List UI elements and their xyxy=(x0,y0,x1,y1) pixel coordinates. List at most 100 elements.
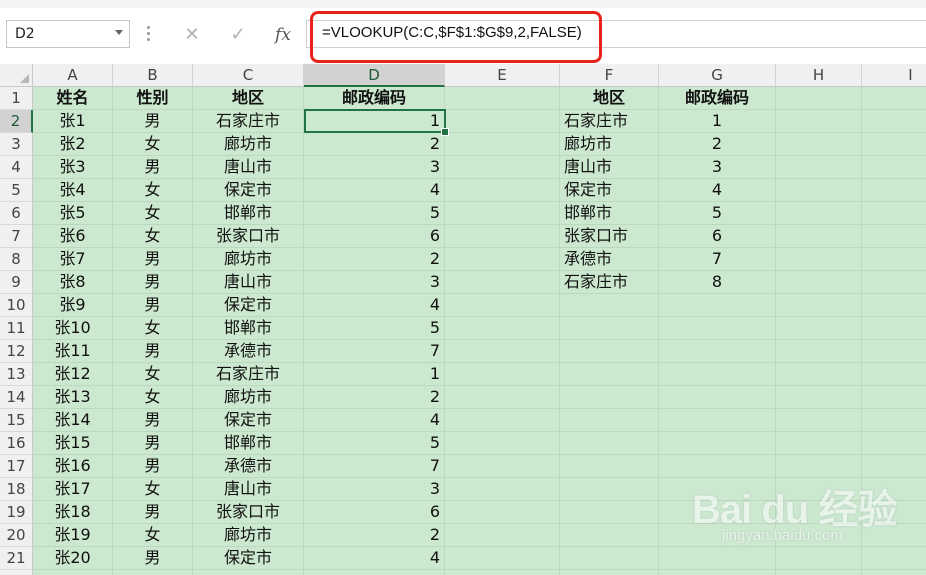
cell-f19[interactable] xyxy=(560,501,659,524)
cell-c19[interactable]: 张家口市 xyxy=(193,501,304,524)
cell-d8[interactable]: 2 xyxy=(304,248,445,271)
cell-c16[interactable]: 邯郸市 xyxy=(193,432,304,455)
cell-a20[interactable]: 张19 xyxy=(33,524,113,547)
row-header[interactable]: 21 xyxy=(0,547,33,570)
cell-f10[interactable] xyxy=(560,294,659,317)
cell-e21[interactable] xyxy=(445,547,560,570)
cell-h12[interactable] xyxy=(776,340,862,363)
column-header-f[interactable]: F xyxy=(560,64,659,87)
cell-b12[interactable]: 男 xyxy=(113,340,193,363)
cell-i11[interactable] xyxy=(862,317,926,340)
cell-a13[interactable]: 张12 xyxy=(33,363,113,386)
cell-c15[interactable]: 保定市 xyxy=(193,409,304,432)
cell-h6[interactable] xyxy=(776,202,862,225)
cell-h11[interactable] xyxy=(776,317,862,340)
cell-e3[interactable] xyxy=(445,133,560,156)
cell-b1[interactable]: 性别 xyxy=(113,87,193,110)
cell-e16[interactable] xyxy=(445,432,560,455)
column-header-b[interactable]: B xyxy=(113,64,193,87)
cell-a21[interactable]: 张20 xyxy=(33,547,113,570)
cell-a22[interactable] xyxy=(33,570,113,575)
cell-c3[interactable]: 廊坊市 xyxy=(193,133,304,156)
cell-b7[interactable]: 女 xyxy=(113,225,193,248)
cell-c1[interactable]: 地区 xyxy=(193,87,304,110)
cell-d13[interactable]: 1 xyxy=(304,363,445,386)
cell-a8[interactable]: 张7 xyxy=(33,248,113,271)
cell-d5[interactable]: 4 xyxy=(304,179,445,202)
chevron-down-icon[interactable] xyxy=(115,30,123,35)
cell-d3[interactable]: 2 xyxy=(304,133,445,156)
cell-e22[interactable] xyxy=(445,570,560,575)
cell-a10[interactable]: 张9 xyxy=(33,294,113,317)
cell-a16[interactable]: 张15 xyxy=(33,432,113,455)
cell-e20[interactable] xyxy=(445,524,560,547)
cell-g6[interactable]: 5 xyxy=(659,202,776,225)
row-header[interactable]: 2 xyxy=(0,110,33,133)
cell-f16[interactable] xyxy=(560,432,659,455)
cell-f15[interactable] xyxy=(560,409,659,432)
cell-b14[interactable]: 女 xyxy=(113,386,193,409)
cell-e13[interactable] xyxy=(445,363,560,386)
cell-d7[interactable]: 6 xyxy=(304,225,445,248)
cell-a2[interactable]: 张1 xyxy=(33,110,113,133)
column-header-e[interactable]: E xyxy=(445,64,560,87)
column-header-d[interactable]: D xyxy=(304,64,445,87)
cell-e7[interactable] xyxy=(445,225,560,248)
cell-d22[interactable] xyxy=(304,570,445,575)
cell-c4[interactable]: 唐山市 xyxy=(193,156,304,179)
cell-a9[interactable]: 张8 xyxy=(33,271,113,294)
cell-b11[interactable]: 女 xyxy=(113,317,193,340)
cell-f2[interactable]: 石家庄市 xyxy=(560,110,659,133)
cell-h7[interactable] xyxy=(776,225,862,248)
cell-d16[interactable]: 5 xyxy=(304,432,445,455)
cell-c10[interactable]: 保定市 xyxy=(193,294,304,317)
fill-handle[interactable] xyxy=(441,128,449,136)
cell-e11[interactable] xyxy=(445,317,560,340)
cell-g15[interactable] xyxy=(659,409,776,432)
cell-f5[interactable]: 保定市 xyxy=(560,179,659,202)
row-header[interactable]: 12 xyxy=(0,340,33,363)
cell-g12[interactable] xyxy=(659,340,776,363)
cell-c14[interactable]: 廊坊市 xyxy=(193,386,304,409)
cell-d18[interactable]: 3 xyxy=(304,478,445,501)
cell-g14[interactable] xyxy=(659,386,776,409)
cell-i7[interactable] xyxy=(862,225,926,248)
cell-f11[interactable] xyxy=(560,317,659,340)
select-all-corner[interactable] xyxy=(0,64,33,87)
cell-b22[interactable] xyxy=(113,570,193,575)
cell-d15[interactable]: 4 xyxy=(304,409,445,432)
cell-i12[interactable] xyxy=(862,340,926,363)
cell-e17[interactable] xyxy=(445,455,560,478)
cell-g9[interactable]: 8 xyxy=(659,271,776,294)
cell-b13[interactable]: 女 xyxy=(113,363,193,386)
cell-b19[interactable]: 男 xyxy=(113,501,193,524)
row-header[interactable]: 20 xyxy=(0,524,33,547)
cell-c11[interactable]: 邯郸市 xyxy=(193,317,304,340)
cell-e15[interactable] xyxy=(445,409,560,432)
cell-g11[interactable] xyxy=(659,317,776,340)
cell-d10[interactable]: 4 xyxy=(304,294,445,317)
cell-a6[interactable]: 张5 xyxy=(33,202,113,225)
cell-i5[interactable] xyxy=(862,179,926,202)
row-header[interactable]: 19 xyxy=(0,501,33,524)
row-header[interactable]: 3 xyxy=(0,133,33,156)
cell-f21[interactable] xyxy=(560,547,659,570)
cell-f1[interactable]: 地区 xyxy=(560,87,659,110)
cell-e10[interactable] xyxy=(445,294,560,317)
column-header-i[interactable]: I xyxy=(862,64,926,87)
cell-f8[interactable]: 承德市 xyxy=(560,248,659,271)
cell-b8[interactable]: 男 xyxy=(113,248,193,271)
cell-b21[interactable]: 男 xyxy=(113,547,193,570)
cell-f20[interactable] xyxy=(560,524,659,547)
cell-i3[interactable] xyxy=(862,133,926,156)
cell-h4[interactable] xyxy=(776,156,862,179)
cell-d14[interactable]: 2 xyxy=(304,386,445,409)
cell-d19[interactable]: 6 xyxy=(304,501,445,524)
cell-i2[interactable] xyxy=(862,110,926,133)
cell-a4[interactable]: 张3 xyxy=(33,156,113,179)
cell-a12[interactable]: 张11 xyxy=(33,340,113,363)
cell-a14[interactable]: 张13 xyxy=(33,386,113,409)
cell-i4[interactable] xyxy=(862,156,926,179)
cell-g22[interactable] xyxy=(659,570,776,575)
cell-b3[interactable]: 女 xyxy=(113,133,193,156)
